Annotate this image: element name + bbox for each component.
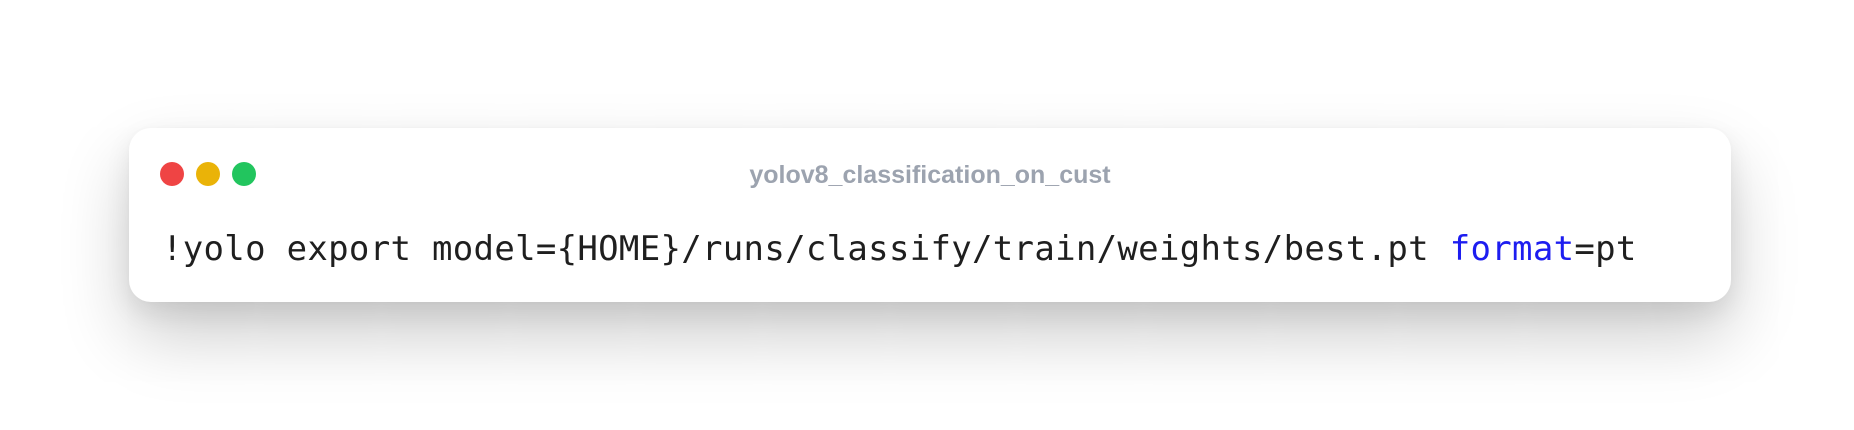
code-snippet-window: yolov8_classification_on_cust !yolo expo… <box>129 128 1731 302</box>
maximize-dot-icon[interactable] <box>232 162 256 186</box>
code-command-text: !yolo export model={HOME}/runs/classify/… <box>162 229 1450 269</box>
window-controls <box>160 162 256 186</box>
code-value-text: =pt <box>1574 229 1637 269</box>
code-keyword: format <box>1449 229 1575 269</box>
window-title: yolov8_classification_on_cust <box>749 161 1111 189</box>
close-dot-icon[interactable] <box>160 162 184 186</box>
minimize-dot-icon[interactable] <box>196 162 220 186</box>
code-line: !yolo export model={HOME}/runs/classify/… <box>162 219 1637 279</box>
